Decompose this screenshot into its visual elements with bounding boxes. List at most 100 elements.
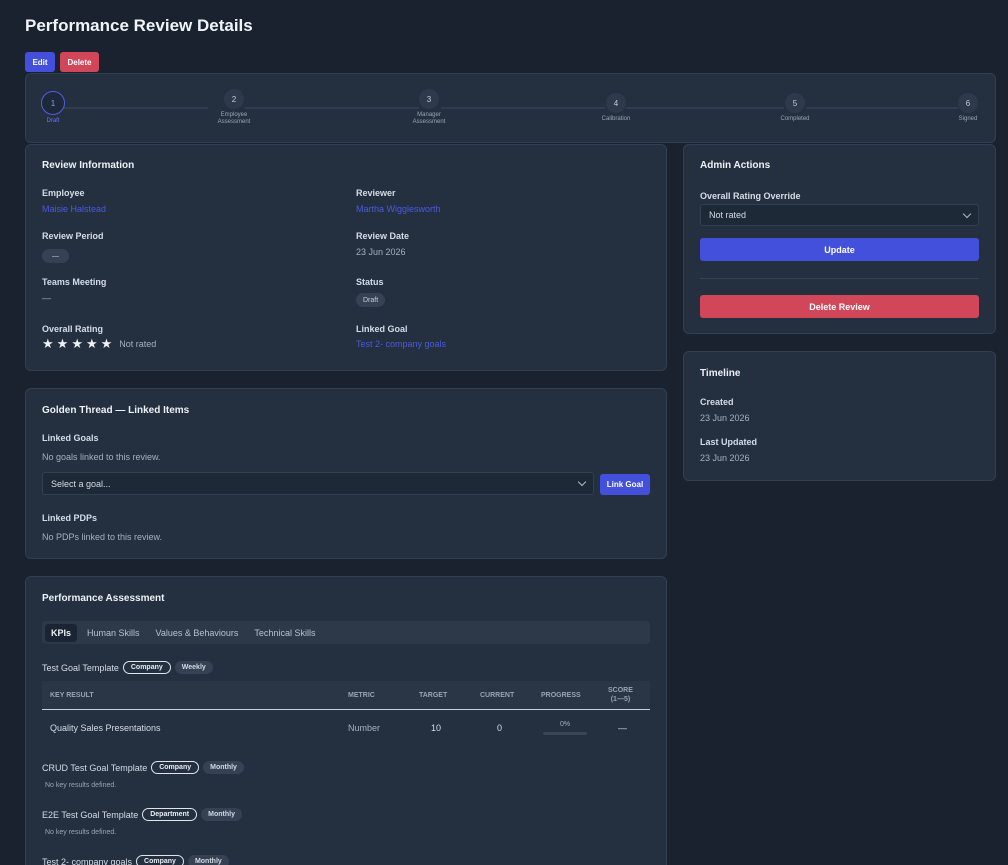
linked-goal-label: Linked Goal xyxy=(356,324,408,334)
step-number: 3 xyxy=(419,89,439,109)
teams-meeting-label: Teams Meeting xyxy=(42,277,107,287)
page-title: Performance Review Details xyxy=(25,16,253,35)
performance-assessment-card: Performance Assessment KPIs Human Skills… xyxy=(25,576,667,865)
tab-kpis[interactable]: KPIs xyxy=(45,623,78,642)
last-updated-label: Last Updated xyxy=(700,437,758,447)
step-number: 6 xyxy=(958,93,978,113)
scope-badge: Department xyxy=(142,808,198,821)
review-date-value: 23 Jun 2026 xyxy=(356,247,406,257)
review-information-card: Review Information Employee Maisie Halst… xyxy=(25,144,667,371)
tab-technical-skills[interactable]: Technical Skills xyxy=(248,624,321,642)
delete-button[interactable]: Delete xyxy=(60,52,99,72)
star-icon[interactable]: ★ xyxy=(86,337,98,350)
goal-select-value: Select a goal... xyxy=(51,478,111,489)
divider xyxy=(700,278,979,279)
goal-name: Test 2- company goals xyxy=(42,856,133,865)
card-title: Admin Actions xyxy=(700,160,771,171)
step-draft[interactable]: 1 Draft xyxy=(40,91,66,125)
step-calibration[interactable]: 4 Calibration xyxy=(591,93,641,123)
col-metric: METRIC xyxy=(348,691,375,699)
scope-badge: Company xyxy=(151,761,200,774)
linked-pdps-empty: No PDPs linked to this review. xyxy=(42,532,163,542)
step-number: 5 xyxy=(785,93,805,113)
score-cell: — xyxy=(618,723,627,733)
step-number: 1 xyxy=(41,91,65,115)
star-icon[interactable]: ★ xyxy=(71,337,83,350)
scope-badge: Company xyxy=(136,855,184,865)
table-row: Quality Sales Presentations Number 10 0 … xyxy=(42,711,650,745)
goal-empty-note: No key results defined. xyxy=(45,782,117,789)
link-goal-button[interactable]: Link Goal xyxy=(600,474,650,495)
col-current: CURRENT xyxy=(480,691,515,699)
rating-text: Not rated xyxy=(119,338,157,349)
progress-bar xyxy=(543,732,587,735)
employee-link[interactable]: Maisie Halstead xyxy=(42,204,106,214)
employee-label: Employee xyxy=(42,188,85,198)
frequency-badge: Monthly xyxy=(187,855,229,865)
frequency-badge: Weekly xyxy=(174,661,213,674)
step-label: Employee Assessment xyxy=(217,112,251,125)
step-manager-assessment[interactable]: 3 Manager Assessment xyxy=(404,89,454,126)
card-title: Golden Thread — Linked Items xyxy=(42,405,190,416)
step-completed[interactable]: 5 Completed xyxy=(770,93,820,123)
timeline-card: Timeline Created 23 Jun 2026 Last Update… xyxy=(683,351,996,481)
step-connector xyxy=(441,107,605,109)
frequency-badge: Monthly xyxy=(201,808,242,821)
metric-cell: Number xyxy=(348,723,381,733)
chevron-down-icon xyxy=(577,477,587,487)
step-number: 2 xyxy=(224,89,244,109)
step-label: Signed xyxy=(958,116,978,122)
reviewer-link[interactable]: Martha Wigglesworth xyxy=(356,204,441,214)
rating-override-label: Overall Rating Override xyxy=(700,191,801,201)
goal-name: Test Goal Template xyxy=(42,662,119,673)
update-button[interactable]: Update xyxy=(700,238,979,261)
linked-goal-link[interactable]: Test 2- company goals xyxy=(356,339,446,349)
tab-values-behaviours[interactable]: Values & Behaviours xyxy=(150,624,245,642)
step-employee-assessment[interactable]: 2 Employee Assessment xyxy=(209,89,259,126)
scope-badge: Company xyxy=(122,661,171,674)
rating-override-select[interactable]: Not rated xyxy=(700,204,979,226)
step-number: 4 xyxy=(606,93,626,113)
chevron-down-icon xyxy=(962,209,972,218)
goal-select[interactable]: Select a goal... xyxy=(42,472,594,495)
step-label: Calibration xyxy=(601,116,631,122)
review-date-label: Review Date xyxy=(356,231,410,241)
frequency-badge: Monthly xyxy=(203,761,244,774)
edit-button[interactable]: Edit xyxy=(25,52,55,72)
goal-name: E2E Test Goal Template xyxy=(42,809,139,820)
step-label: Completed xyxy=(780,116,810,122)
step-label: Draft xyxy=(46,118,60,124)
star-icon[interactable]: ★ xyxy=(42,337,54,350)
status-badge: Draft xyxy=(356,293,386,307)
tab-human-skills[interactable]: Human Skills xyxy=(81,624,146,642)
col-progress: PROGRESS xyxy=(541,691,581,699)
step-signed[interactable]: 6 Signed xyxy=(953,93,983,123)
col-score: SCORE (1—5) xyxy=(608,687,633,703)
review-period-label: Review Period xyxy=(42,231,104,241)
goal-heading: Test Goal Template Company Weekly xyxy=(42,661,213,674)
star-icon[interactable]: ★ xyxy=(101,337,113,350)
review-period-badge: — xyxy=(42,249,69,263)
created-value: 23 Jun 2026 xyxy=(700,413,750,423)
teams-meeting-value: — xyxy=(42,293,51,303)
overall-rating: ★ ★ ★ ★ ★ Not rated xyxy=(42,337,156,350)
goal-heading: Test 2- company goals Company Monthly xyxy=(42,855,229,865)
delete-review-button[interactable]: Delete Review xyxy=(700,295,979,318)
current-cell: 0 xyxy=(497,723,503,733)
status-stepper: 1 Draft 2 Employee Assessment 3 Manager … xyxy=(25,73,996,143)
linked-pdps-label: Linked PDPs xyxy=(42,513,98,523)
step-label: Manager Assessment xyxy=(412,112,446,125)
goal-heading: E2E Test Goal Template Department Monthl… xyxy=(42,808,242,821)
progress-cell: 0% xyxy=(543,721,587,735)
star-icon[interactable]: ★ xyxy=(57,337,69,350)
col-key-result: KEY RESULT xyxy=(50,691,94,699)
last-updated-value: 23 Jun 2026 xyxy=(700,453,750,463)
goal-heading: CRUD Test Goal Template Company Monthly xyxy=(42,761,244,774)
step-connector xyxy=(626,107,784,109)
status-label: Status xyxy=(356,277,384,287)
rating-override-value: Not rated xyxy=(709,210,747,220)
card-title: Timeline xyxy=(700,368,741,379)
reviewer-label: Reviewer xyxy=(356,188,396,198)
key-result-cell: Quality Sales Presentations xyxy=(50,723,161,733)
card-title: Performance Assessment xyxy=(42,593,165,604)
